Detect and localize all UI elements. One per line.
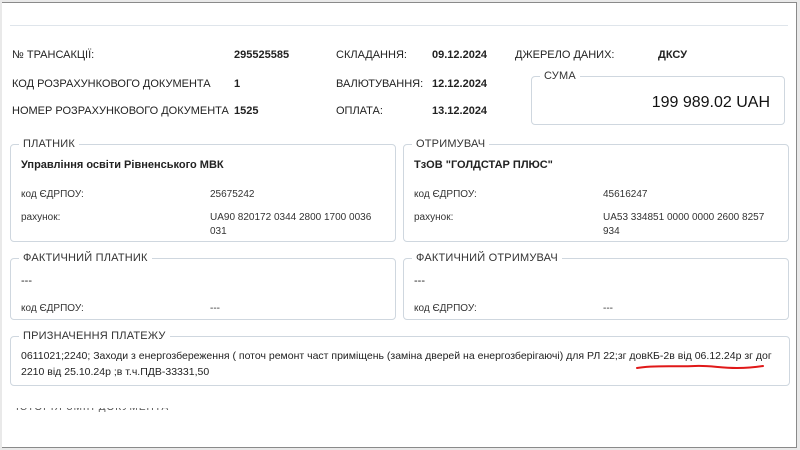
sum-value: 199 989.02 UAH [651, 94, 770, 111]
header-divider [10, 3, 788, 26]
data-source-value: ДКСУ [658, 49, 688, 61]
sum-title: СУМА [540, 69, 580, 83]
red-underline-annotation [636, 364, 764, 369]
actual-recipient-box: ФАКТИЧНИЙ ОТРИМУВАЧ --- код ЄДРПОУ: --- [403, 251, 789, 320]
created-date-label: СКЛАДАННЯ: [336, 49, 407, 61]
payer-title: ПЛАТНИК [19, 137, 79, 151]
payment-date-label: ОПЛАТА: [336, 105, 383, 117]
actual-payer-box: ФАКТИЧНИЙ ПЛАТНИК --- код ЄДРПОУ: --- [10, 251, 396, 320]
actual-payer-name: --- [21, 275, 32, 287]
purpose-box: ПРИЗНАЧЕННЯ ПЛАТЕЖУ 0611021;2240; Заходи… [10, 329, 790, 386]
truncated-section-heading: ІСТОРІЯ ЗМІН ДОКУМЕНТА [16, 408, 186, 414]
actual-payer-edrpou-label: код ЄДРПОУ: [21, 303, 84, 314]
valuation-date-label: ВАЛЮТУВАННЯ: [336, 78, 424, 90]
doc-number-value: 1525 [234, 105, 259, 117]
recipient-account-label: рахунок: [414, 212, 454, 223]
payer-edrpou-label: код ЄДРПОУ: [21, 189, 84, 200]
payment-date-value: 13.12.2024 [432, 105, 488, 117]
payer-account-label: рахунок: [21, 212, 61, 223]
recipient-box: ОТРИМУВАЧ ТзОВ "ГОЛДСТАР ПЛЮС" код ЄДРПО… [403, 137, 789, 242]
valuation-date-value: 12.12.2024 [432, 78, 488, 90]
recipient-name: ТзОВ "ГОЛДСТАР ПЛЮС" [414, 159, 553, 171]
recipient-account-line1: UA53 334851 0000 0000 2600 8257 [603, 212, 765, 223]
payer-name: Управління освіти Рівненського МВК [21, 159, 224, 171]
actual-recipient-name: --- [414, 275, 425, 287]
doc-code-label: КОД РОЗРАХУНКОВОГО ДОКУМЕНТА [12, 78, 211, 90]
recipient-title: ОТРИМУВАЧ [412, 137, 490, 151]
data-source-label: ДЖЕРЕЛО ДАНИХ: [515, 49, 615, 61]
actual-payer-title: ФАКТИЧНИЙ ПЛАТНИК [19, 251, 152, 265]
payer-account-line2: 031 [210, 226, 227, 237]
payer-account-line1: UA90 820172 0344 2800 1700 0036 [210, 212, 372, 223]
payer-edrpou-value: 25675242 [210, 189, 255, 200]
purpose-title: ПРИЗНАЧЕННЯ ПЛАТЕЖУ [19, 329, 170, 343]
doc-number-label: НОМЕР РОЗРАХУНКОВОГО ДОКУМЕНТА [12, 105, 229, 117]
payer-box: ПЛАТНИК Управління освіти Рівненського М… [10, 137, 396, 242]
actual-payer-edrpou-value: --- [210, 303, 220, 314]
recipient-account-line2: 934 [603, 226, 620, 237]
created-date-value: 09.12.2024 [432, 49, 488, 61]
recipient-edrpou-label: код ЄДРПОУ: [414, 189, 477, 200]
txn-number-value: 295525585 [234, 49, 290, 61]
transaction-card: № ТРАНСАКЦІЇ: 295525585 КОД РОЗРАХУНКОВО… [2, 2, 797, 448]
recipient-edrpou-value: 45616247 [603, 189, 648, 200]
sum-box: СУМА 199 989.02 UAH [531, 69, 785, 125]
actual-recipient-edrpou-label: код ЄДРПОУ: [414, 303, 477, 314]
actual-recipient-edrpou-value: --- [603, 303, 613, 314]
txn-number-label: № ТРАНСАКЦІЇ: [12, 49, 95, 61]
doc-code-value: 1 [234, 78, 241, 90]
actual-recipient-title: ФАКТИЧНИЙ ОТРИМУВАЧ [412, 251, 562, 265]
